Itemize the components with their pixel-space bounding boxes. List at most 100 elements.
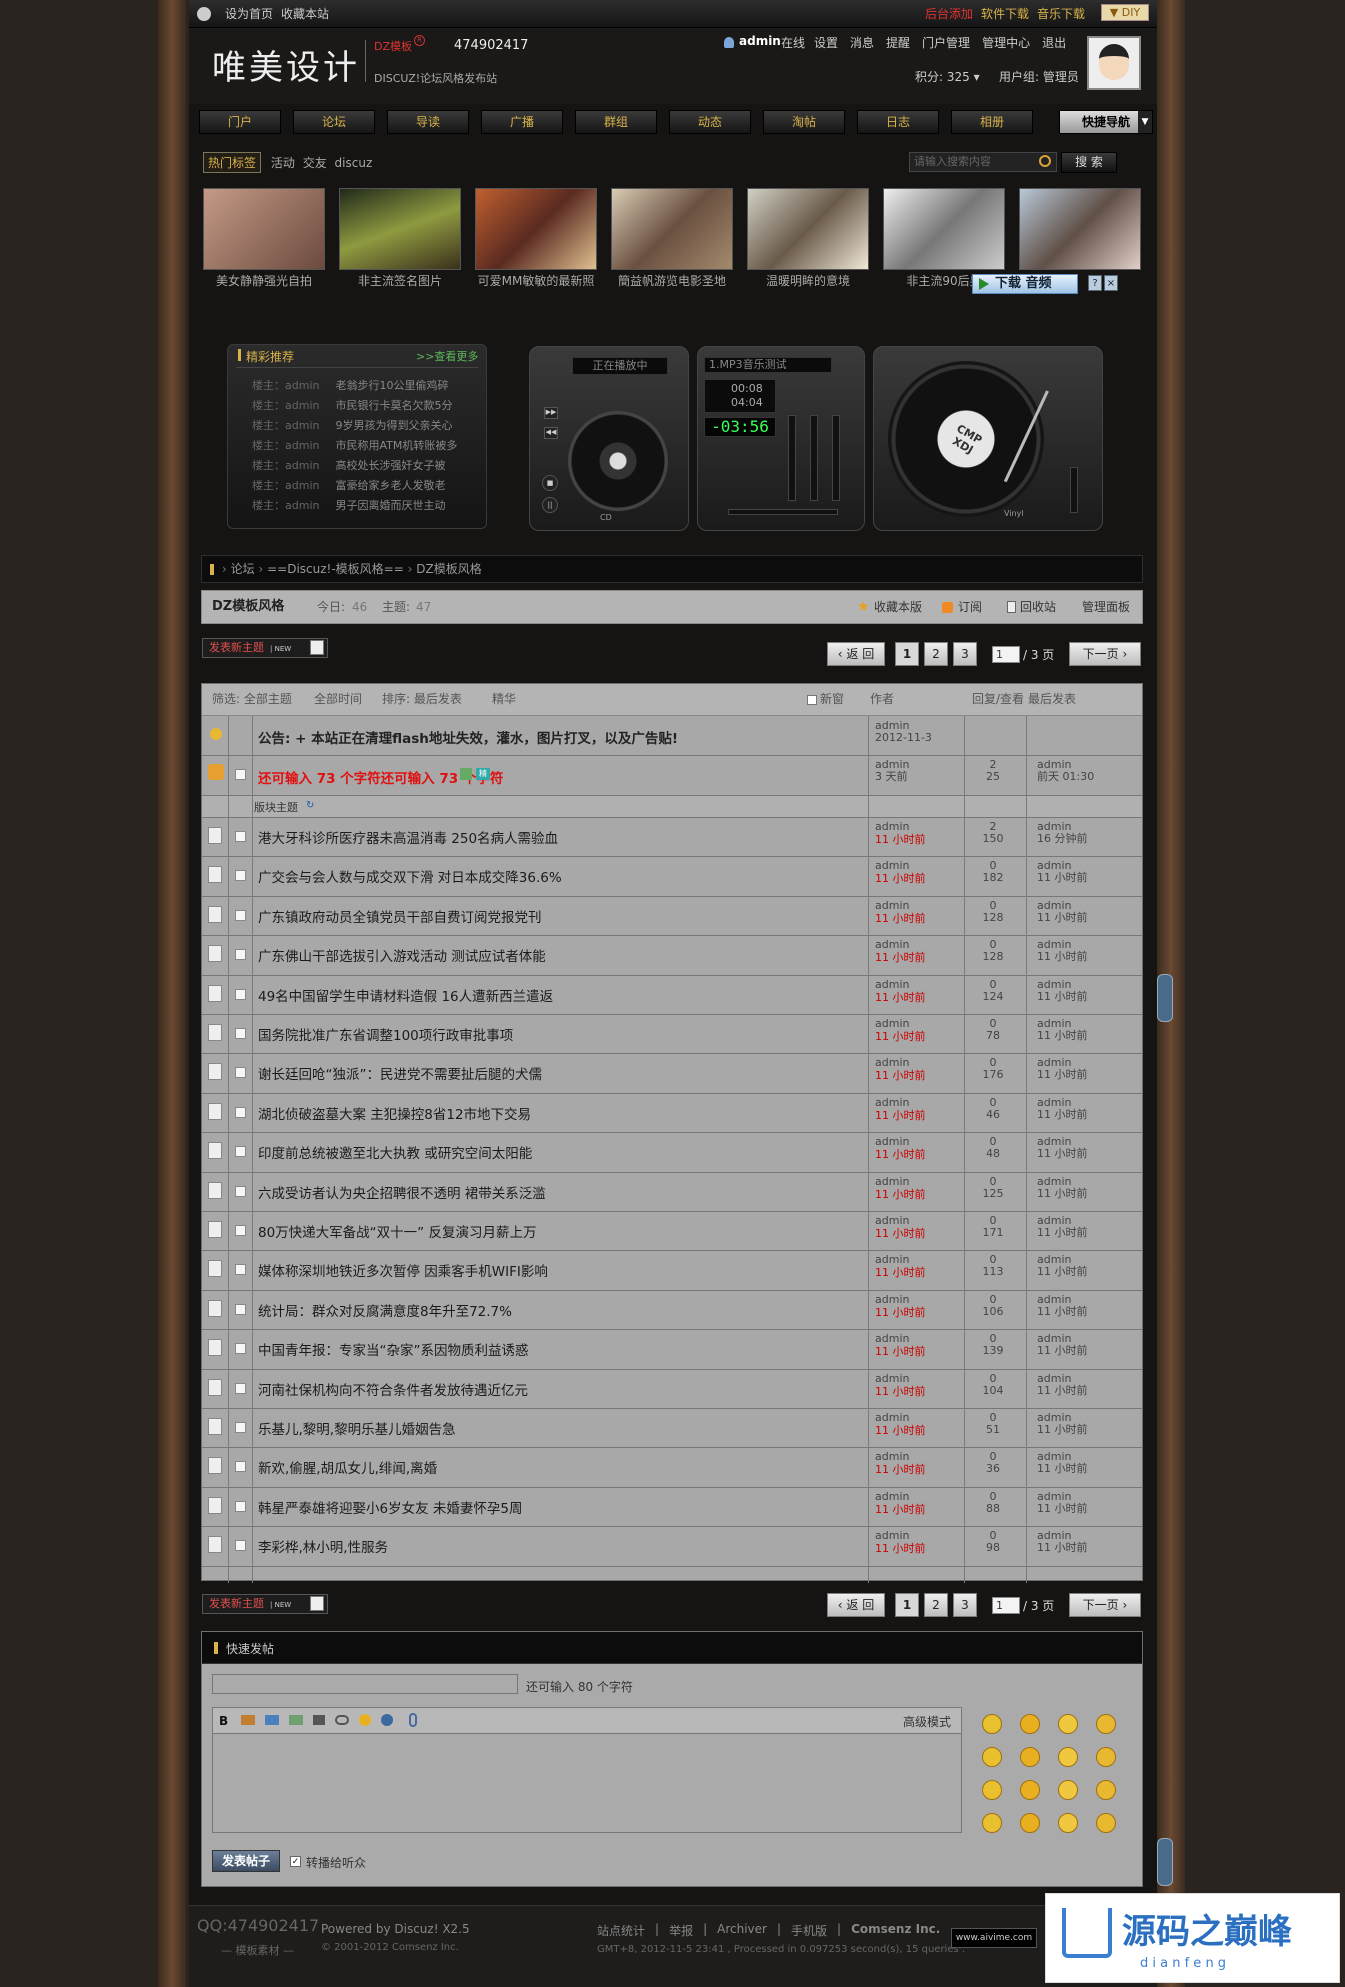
thread-author-name[interactable]: admin <box>875 938 909 951</box>
help-icon[interactable]: ? <box>1088 275 1102 291</box>
backend-link[interactable]: 后台添加 <box>925 0 973 28</box>
row-checkbox[interactable] <box>235 1067 246 1079</box>
tag-friends[interactable]: 交友 <box>303 156 327 170</box>
next-page-button[interactable]: 下一页 › <box>1069 642 1141 666</box>
back-button-bottom[interactable]: ‹ 返 回 <box>827 1593 885 1617</box>
fader-1[interactable] <box>788 415 796 501</box>
smiley-icon[interactable] <box>1096 1747 1116 1767</box>
download-audio-bar[interactable]: 下载 音频 <box>972 274 1078 294</box>
filter-all-time[interactable]: 全部时间 <box>314 684 362 714</box>
table-row[interactable]: 国务院批准广东省调整100项行政审批事项 admin 11 小时前 0 78 admin 1… <box>202 1015 1142 1055</box>
site-badge[interactable]: www.aivime.com <box>951 1928 1037 1948</box>
points-dropdown[interactable]: 积分: 325 ▾ <box>915 68 980 85</box>
font-color-icon[interactable] <box>241 1715 255 1725</box>
nav-collections[interactable]: 淘帖 <box>763 110 845 134</box>
recommend-item[interactable]: 楼主：admin 市民称用ATM机转账被多 <box>252 437 457 453</box>
image-icon[interactable] <box>265 1715 279 1725</box>
smiley-icon[interactable] <box>1058 1813 1078 1833</box>
sort-last-post[interactable]: 排序: 最后发表 <box>382 684 462 714</box>
thread-title[interactable]: 49名中国留学生申请材料造假 16人遭新西兰遣返 <box>258 985 553 1005</box>
thread-author-name[interactable]: admin <box>875 1411 909 1424</box>
smiley-icon[interactable] <box>982 1747 1002 1767</box>
recommend-item[interactable]: 楼主：admin 市民银行卡莫名欠款5分 <box>252 397 452 413</box>
table-row[interactable]: 广东佛山干部选拔引入游戏活动 测试应试者体能 admin 11 小时前 0 128 adm… <box>202 936 1142 976</box>
row-checkbox[interactable] <box>235 1264 246 1276</box>
thread-author-name[interactable]: admin <box>875 1096 909 1109</box>
report-link[interactable]: 举报 <box>669 1922 693 1939</box>
thread-title[interactable]: 乐基儿,黎明,黎明乐基儿婚姻告急 <box>258 1418 456 1438</box>
pause-icon[interactable]: || <box>542 497 558 513</box>
nav-blog[interactable]: 日志 <box>857 110 939 134</box>
smiley-icon[interactable] <box>1020 1714 1040 1734</box>
emoticon-icon[interactable] <box>359 1714 371 1726</box>
thread-title[interactable]: 六成受访者认为央企招聘很不透明 裙带关系泛滥 <box>258 1182 546 1202</box>
search-button[interactable]: 搜 索 <box>1061 152 1117 173</box>
new-thread-button-bottom[interactable]: 发表新主题 | NEW <box>202 1594 328 1614</box>
messages-link[interactable]: 消息 <box>850 34 874 51</box>
row-checkbox[interactable] <box>235 1225 246 1236</box>
recommend-more-link[interactable]: >>查看更多 <box>416 348 478 364</box>
photo-caption-1[interactable]: 美女静静强光自拍 <box>200 272 328 289</box>
table-row[interactable]: 港大牙科诊所医疗器未高温消毒 250名病人需验血 admin 11 小时前 2 150 a… <box>202 818 1142 858</box>
share-checkbox[interactable]: ✓ <box>290 1856 301 1867</box>
table-row[interactable]: 河南社保机构向不符合条件者发放待遇近亿元 admin 11 小时前 0 104 admin… <box>202 1370 1142 1409</box>
powered-by[interactable]: Powered by Discuz! X2.5 <box>321 1922 470 1936</box>
thread-author-name[interactable]: admin <box>875 1253 909 1266</box>
announcement-row[interactable]: 公告: + 本站正在清理flash地址失效，灌水，图片打叉，以及广告贴! adm… <box>202 716 1142 756</box>
crossfader[interactable] <box>728 509 838 515</box>
advanced-mode-link[interactable]: 高级模式 <box>903 1713 951 1730</box>
mobile-link[interactable]: 手机版 <box>791 1922 827 1939</box>
thread-author-name[interactable]: admin <box>875 899 909 912</box>
link-icon[interactable] <box>289 1715 303 1725</box>
new-thread-button[interactable]: 发表新主题 | NEW <box>202 638 328 658</box>
portal-admin-link[interactable]: 门户管理 <box>922 34 970 51</box>
new-window-checkbox[interactable] <box>807 695 817 705</box>
nav-forum[interactable]: 论坛 <box>293 110 375 134</box>
thread-title[interactable]: 广交会与会人数与成交双下滑 对日本成交降36.6% <box>258 866 562 886</box>
music-link[interactable]: 音乐下载 <box>1037 0 1085 28</box>
username-link[interactable]: admin <box>739 34 781 48</box>
page-input-bottom[interactable]: 1 <box>992 1597 1020 1614</box>
row-checkbox[interactable] <box>235 1185 246 1197</box>
photo-caption-3[interactable]: 可爱MM敏敏的最新照 <box>472 272 600 289</box>
smiley-icon[interactable] <box>1096 1714 1116 1734</box>
message-textarea[interactable] <box>212 1733 962 1833</box>
refresh-icon[interactable]: ↻ <box>306 800 314 811</box>
table-row[interactable]: 49名中国留学生申请材料造假 16人遭新西兰遣返 admin 11 小时前 0 124 a… <box>202 976 1142 1015</box>
recommend-item[interactable]: 楼主：admin 高校处长涉强奸女子被 <box>252 457 445 473</box>
table-row[interactable]: 李彩桦,林小明,性服务 admin 11 小时前 0 98 admin 11 小时前 <box>202 1527 1142 1567</box>
photo-thumb-1[interactable] <box>203 188 325 270</box>
thread-author-name[interactable]: admin <box>875 820 909 833</box>
row-checkbox[interactable] <box>235 1422 246 1433</box>
thread-title[interactable]: 中国青年报：专家当“杂家”系因物质利益诱惑 <box>258 1339 529 1359</box>
sticky-row[interactable]: 还可输入 73 个字符还可输入 73 个字符 精 admin 3 天前 2 25 a… <box>202 756 1142 796</box>
smiley-icon[interactable] <box>1020 1813 1040 1833</box>
thread-title[interactable]: 广东佛山干部选拔引入游戏活动 测试应试者体能 <box>258 945 546 965</box>
row-checkbox[interactable] <box>235 870 246 882</box>
recommend-item[interactable]: 楼主：admin 富豪给家乡老人发敬老 <box>252 477 445 493</box>
page-2-button-bottom[interactable]: 2 <box>924 1593 948 1617</box>
table-row[interactable]: 新欢,偷腥,胡瓜女儿,绯闻,离婚 admin 11 小时前 0 36 admin 11 小时… <box>202 1448 1142 1488</box>
thread-title[interactable]: 李彩桦,林小明,性服务 <box>258 1536 388 1556</box>
thread-title[interactable]: 河南社保机构向不符合条件者发放待遇近亿元 <box>258 1379 528 1399</box>
filter-digest[interactable]: 精华 <box>492 684 516 714</box>
table-row[interactable]: 六成受访者认为央企招聘很不透明 裙带关系泛滥 admin 11 小时前 0 125 adm… <box>202 1173 1142 1212</box>
manage-panel-link[interactable]: 管理面板 <box>1082 591 1130 623</box>
page-3-button-bottom[interactable]: 3 <box>953 1593 977 1617</box>
subscribe-link[interactable]: 订阅 <box>958 591 982 623</box>
table-row[interactable]: 韩星严泰雄将迎娶小6岁女友 未婚妻怀孕5周 admin 11 小时前 0 88 admin… <box>202 1488 1142 1528</box>
filter-all-topics[interactable]: 筛选: 全部主题 <box>212 684 292 714</box>
search-input[interactable]: 请输入搜索内容 <box>909 152 1057 172</box>
close-icon[interactable]: × <box>1104 275 1118 291</box>
quote-icon[interactable] <box>313 1715 325 1725</box>
smiley-icon[interactable] <box>1096 1780 1116 1800</box>
row-checkbox[interactable] <box>235 831 246 842</box>
page-1-button-bottom[interactable]: 1 <box>895 1593 919 1617</box>
thread-title[interactable]: 印度前总统被邀至北大执教 或研究空间太阳能 <box>258 1142 532 1162</box>
recycle-bin-link[interactable]: 回收站 <box>1020 591 1056 623</box>
stop-icon[interactable]: ■ <box>542 475 558 491</box>
smiley-icon[interactable] <box>1096 1813 1116 1833</box>
row-checkbox[interactable] <box>235 769 246 780</box>
next-track-icon[interactable]: ▶▶ <box>544 407 558 419</box>
thread-author-name[interactable]: admin <box>875 1529 909 1542</box>
